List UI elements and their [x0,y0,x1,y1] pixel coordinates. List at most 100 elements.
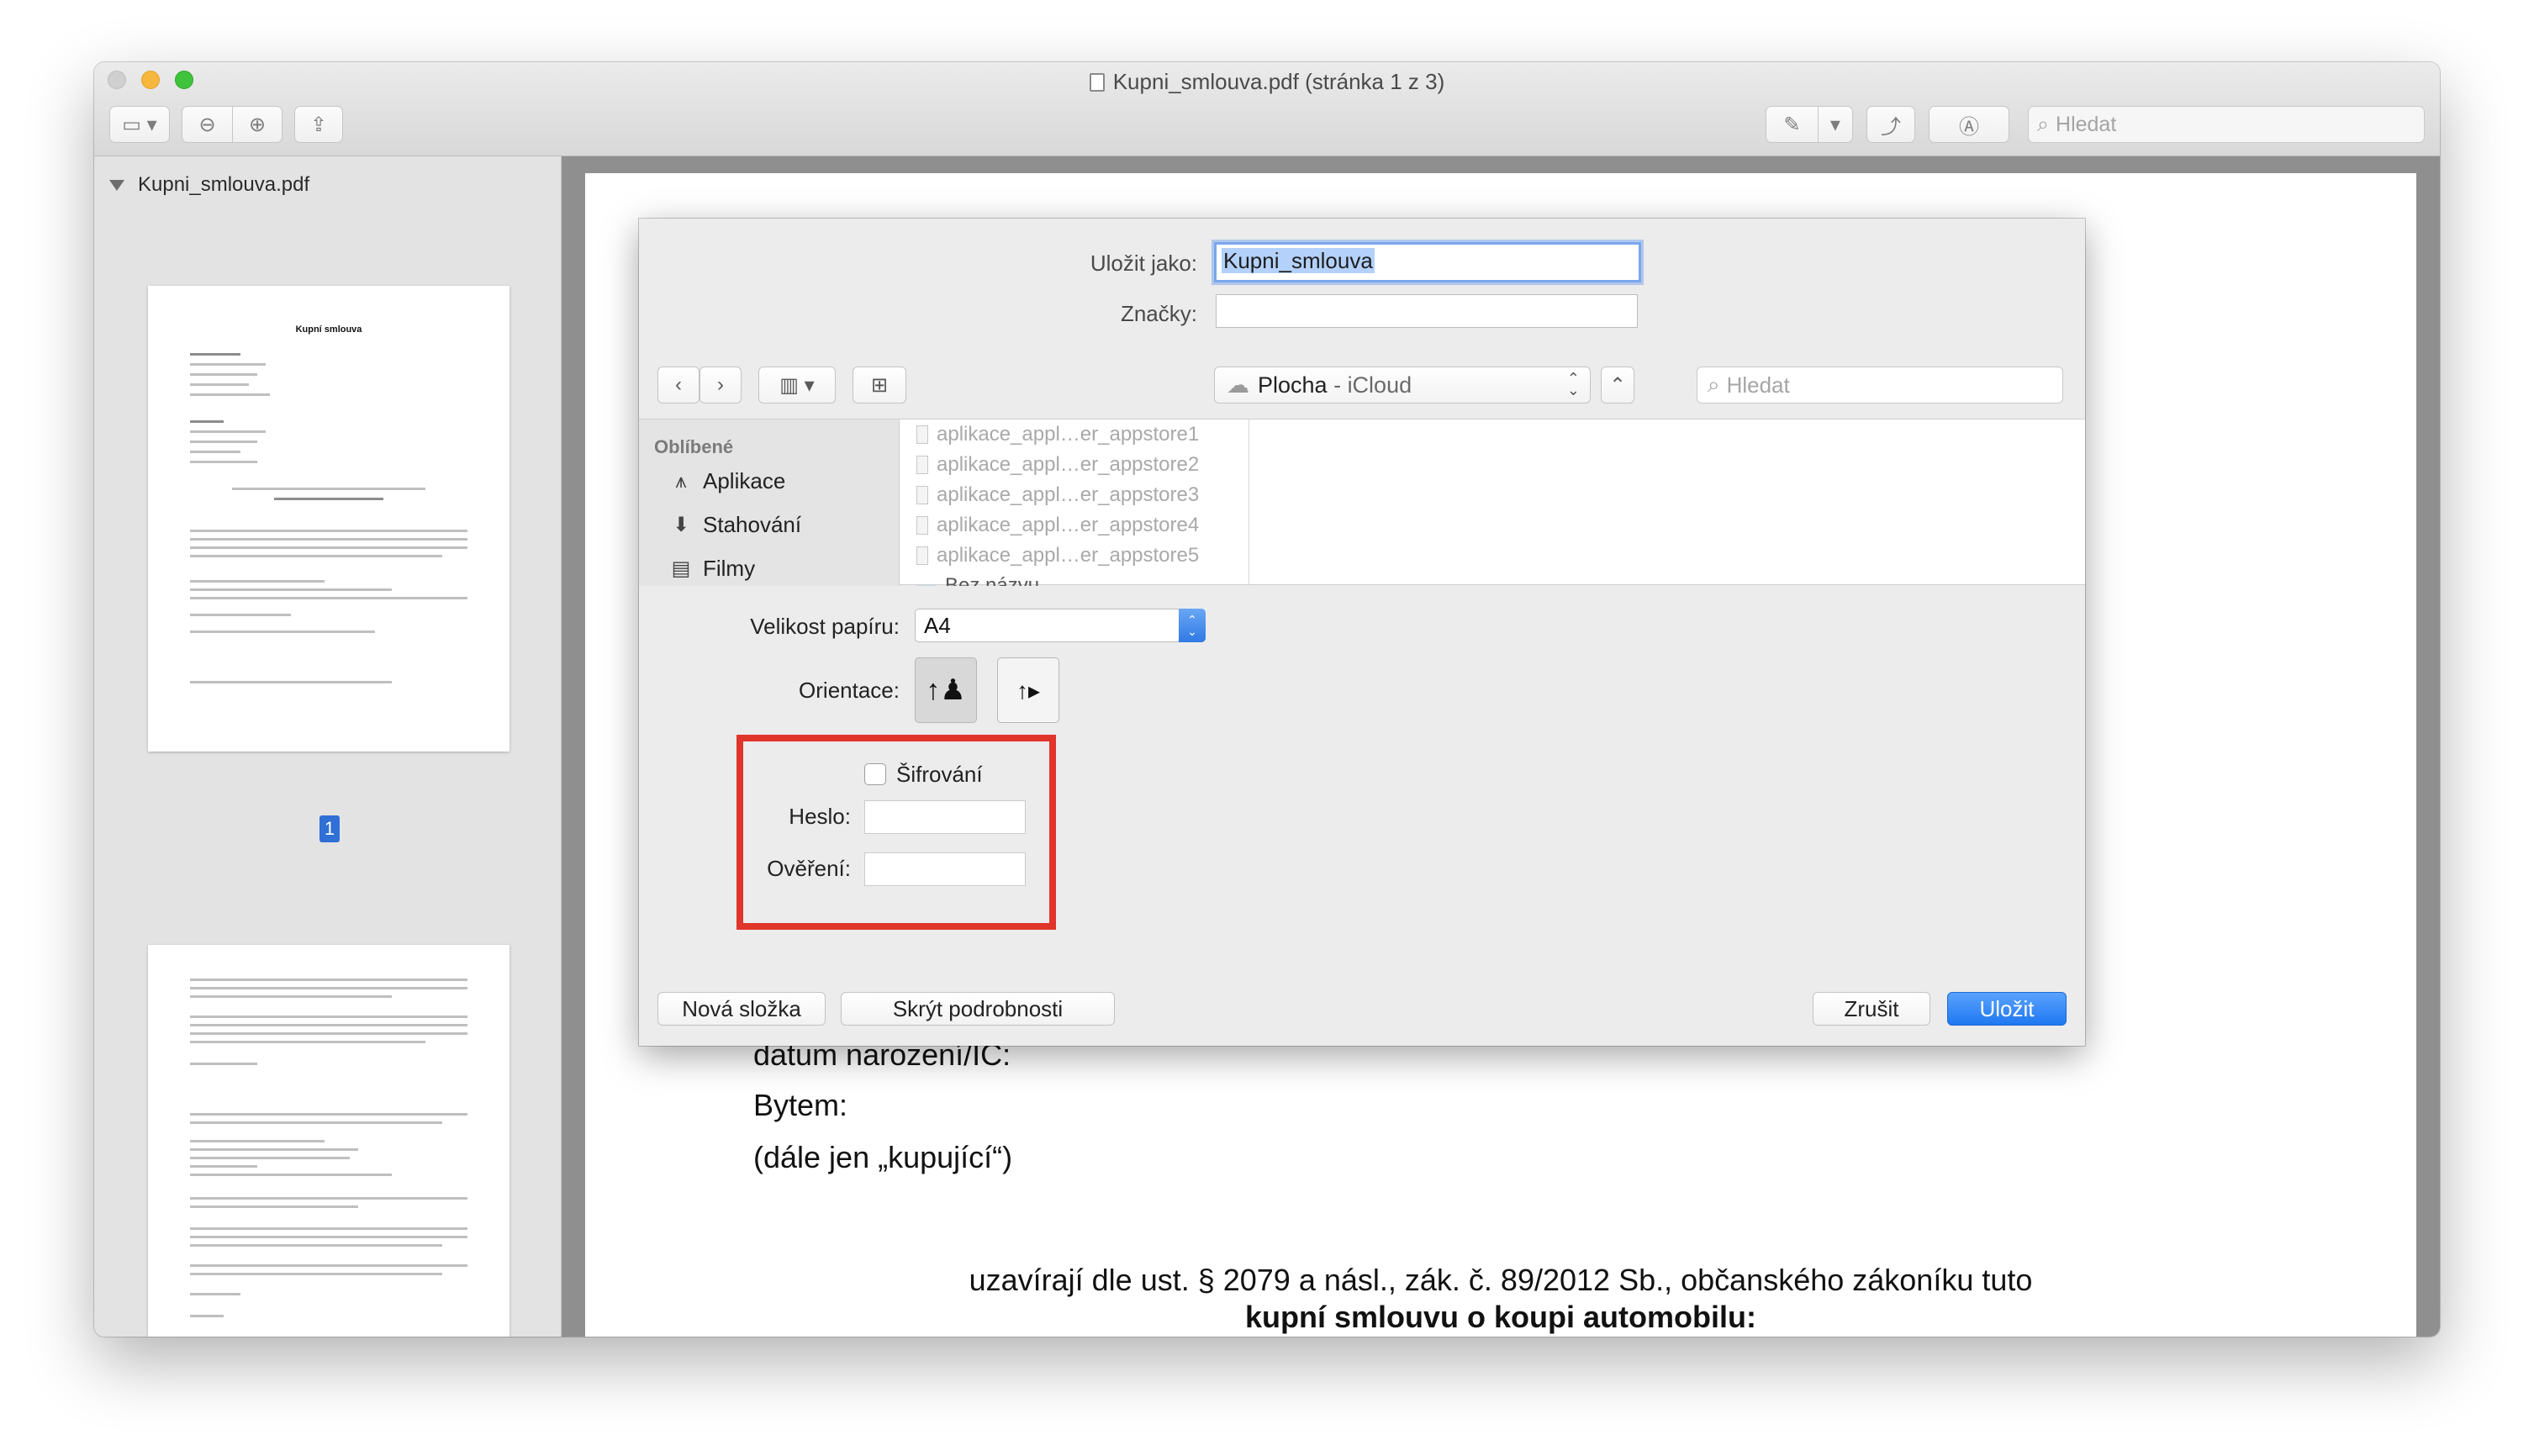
chevron-right-icon: › [717,373,724,396]
share-icon: ⇪ [309,113,328,136]
location-name: Plocha [1258,372,1328,398]
file-item[interactable]: aplikace_appl…er_appstore2 [916,453,1199,477]
updown-arrows-icon: ⌃ ⌄ [1179,609,1206,642]
file-icon [916,486,928,504]
portrait-orientation-button[interactable]: ↑♟ [915,657,977,723]
disclosure-triangle-icon[interactable] [109,179,124,191]
dialog-search-placeholder: Hledat [1726,372,1790,398]
markup-circle-icon: Ⓐ [1959,115,1979,139]
file-item[interactable]: aplikace_appl…er_appstore1 [916,423,1199,446]
file-name: Bez názvu [945,574,1040,586]
file-name: aplikace_appl…er_appstore1 [937,423,1200,446]
favorite-label: Stahování [703,512,802,537]
encryption-label: Šifrování [896,762,983,787]
thumbnail-sidebar: Kupni_smlouva.pdf Kupní smlouva 1 [94,156,562,1337]
zoom-out-icon[interactable]: ⊖ [182,107,232,142]
forward-button[interactable]: › [699,367,742,404]
applications-icon: ⩚ [675,469,687,493]
annotate-button[interactable]: Ⓐ [1929,106,2009,143]
file-name: aplikace_appl…er_appstore3 [937,483,1200,506]
doc-line-agreement: uzavírají dle ust. § 2079 a násl., zák. … [969,1263,2033,1297]
file-icon [916,516,928,535]
landscape-orientation-button[interactable]: ↑▸ [997,657,1059,723]
portrait-person-icon: ↑♟ [926,674,966,706]
password-label: Heslo: [789,804,851,829]
page-thumbnail-1[interactable]: Kupní smlouva [148,286,509,752]
location-separator: - [1327,372,1348,398]
search-icon: ⌕ [2037,112,2050,136]
new-folder-icon-button[interactable]: ⊞ [853,367,906,404]
landscape-person-icon: ↑▸ [1016,677,1041,704]
password-input[interactable] [864,800,1026,834]
location-service: iCloud [1347,372,1412,398]
paper-size-label: Velikost papíru: [750,614,900,639]
tags-input[interactable] [1216,294,1638,328]
toolbar-search-placeholder: Hledat [2056,112,2117,136]
favorite-movies[interactable]: ▤ Filmy [669,556,755,582]
chevron-left-icon: ‹ [675,373,682,396]
back-button[interactable]: ‹ [657,367,699,404]
file-list-column: aplikace_appl…er_appstore1 aplikace_appl… [900,419,1249,586]
save-dialog: Uložit jako: Kupni_smlouva Značky: ‹ › ▥… [639,219,2085,1046]
dialog-search-field[interactable]: ⌕ Hledat [1697,367,2063,404]
file-item[interactable]: aplikace_appl…er_appstore4 [916,514,1199,537]
file-name: aplikace_appl…er_appstore5 [937,544,1200,567]
sidebar-file-name: Kupni_smlouva.pdf [138,173,310,196]
cloud-icon: ☁ [1227,372,1249,398]
title-bar: Kupni_smlouva.pdf (stránka 1 z 3) ▭ ▾ ⊖ … [94,62,2440,156]
columns-view-icon: ▥ ▾ [779,373,815,397]
chevron-down-icon: ▾ [1817,107,1852,142]
film-icon: ▤ [671,557,691,580]
doc-line-address: Bytem: [753,1088,848,1122]
page-thumbnail-2[interactable] [148,945,509,1337]
doc-line-contract-heading: kupní smlouvu o koupi automobilu: [1245,1300,1756,1334]
file-icon [916,425,928,444]
collapse-browser-button[interactable]: ⌃ [1601,367,1634,404]
folder-item[interactable]: ▬ Bez názvu [916,574,1039,586]
file-item[interactable]: aplikace_appl…er_appstore3 [916,483,1199,507]
rotate-button[interactable]: ⤴ [1866,106,1915,143]
file-icon [916,546,928,565]
file-icon [916,456,928,474]
toolbar-search-field[interactable]: ⌕ Hledat [2028,106,2425,143]
sidebar-file-header[interactable]: Kupni_smlouva.pdf [109,173,309,197]
file-item[interactable]: aplikace_appl…er_appstore5 [916,544,1199,567]
paper-size-select[interactable]: A4 ⌃ ⌄ [915,609,1206,642]
sidebar-icon: ▭ ▾ [122,113,157,136]
encryption-checkbox[interactable] [864,763,886,785]
save-as-input[interactable]: Kupni_smlouva [1214,242,1641,282]
search-icon: ⌕ [1708,372,1720,397]
pdf-document-icon [1089,72,1105,92]
file-name: aplikace_appl…er_appstore4 [937,514,1200,536]
share-button[interactable]: ⇪ [294,106,343,143]
zoom-controls: ⊖ ⊕ [182,106,282,143]
zoom-in-icon[interactable]: ⊕ [231,107,282,142]
favorite-downloads[interactable]: ⬇ Stahování [669,512,801,538]
new-folder-button[interactable]: Nová složka [657,992,826,1026]
save-button[interactable]: Uložit [1947,992,2067,1026]
save-as-label: Uložit jako: [1090,251,1197,276]
paper-size-value: A4 [924,612,951,638]
favorites-header: Oblíbené [654,436,734,457]
file-name: aplikace_appl…er_appstore2 [937,453,1200,476]
page-number-badge: 1 [319,815,340,842]
verify-input[interactable] [864,852,1026,886]
sidebar-toggle-button[interactable]: ▭ ▾ [109,106,170,143]
favorite-label: Filmy [703,556,756,581]
location-popup[interactable]: ☁ Plocha - iCloud ⌃ ⌄ [1214,367,1591,404]
save-as-value: Kupni_smlouva [1222,248,1375,273]
markup-button[interactable]: ✎ ▾ [1766,106,1853,143]
preview-window: Kupni_smlouva.pdf (stránka 1 z 3) ▭ ▾ ⊖ … [94,62,2440,1337]
thumbnail-title: Kupní smlouva [295,324,362,335]
orientation-label: Orientace: [799,678,900,703]
updown-arrows-icon: ⌃ ⌄ [1566,370,1580,398]
window-title-text: Kupni_smlouva.pdf (stránka 1 z 3) [1112,69,1445,94]
favorites-sidebar: Oblíbené ⩚ Aplikace ⬇ Stahování ▤ Filmy [639,419,900,586]
view-mode-button[interactable]: ▥ ▾ [758,367,836,404]
favorite-applications[interactable]: ⩚ Aplikace [669,468,785,494]
chevron-up-icon: ⌃ [1608,373,1627,397]
cancel-button[interactable]: Zrušit [1813,992,1930,1026]
hide-details-button[interactable]: Skrýt podrobnosti [841,992,1115,1026]
doc-line-buyer: (dále jen „kupující“) [753,1140,1013,1174]
folder-icon: ▬ [916,574,937,586]
